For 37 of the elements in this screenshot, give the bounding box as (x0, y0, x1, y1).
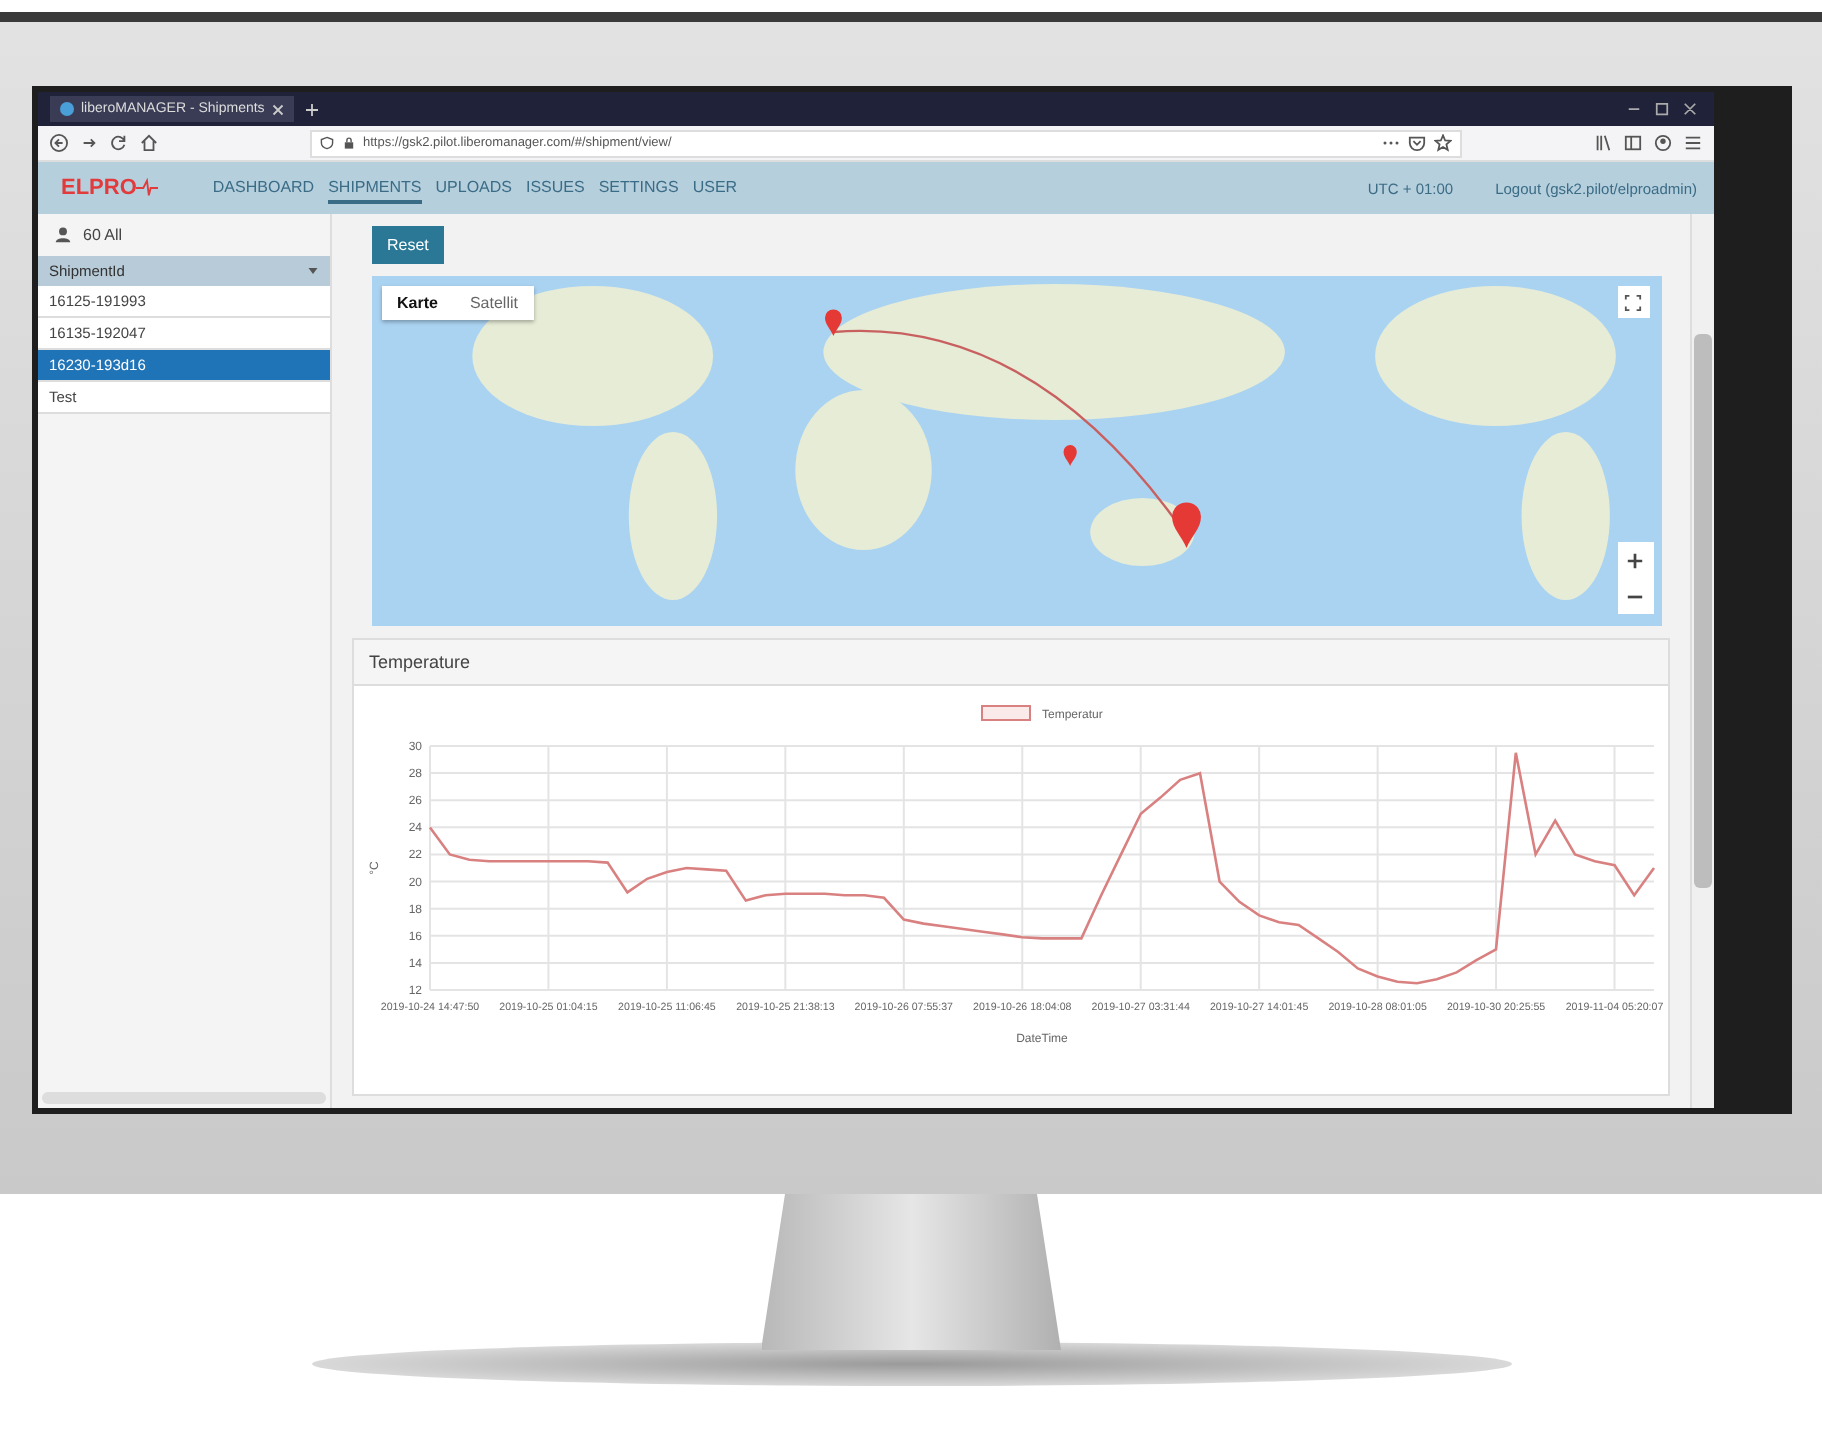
forward-icon[interactable] (79, 134, 97, 152)
lock-icon (341, 136, 355, 150)
nav-link[interactable]: ISSUES (526, 173, 585, 203)
account-icon[interactable] (1653, 134, 1671, 152)
reset-button[interactable]: Reset (371, 226, 445, 264)
menu-icon[interactable] (1683, 134, 1701, 152)
star-icon[interactable] (1433, 134, 1451, 152)
nav-link[interactable]: UPLOADS (435, 173, 512, 203)
pocket-icon[interactable] (1407, 134, 1425, 152)
user-icon (53, 226, 71, 244)
caret-icon (307, 268, 317, 274)
fullscreen-button[interactable] (1617, 286, 1649, 318)
panel-title: Temperature (353, 640, 1667, 686)
nav-link[interactable]: SETTINGS (598, 173, 679, 203)
map-type-tab[interactable]: Karte (381, 286, 454, 320)
legend-swatch[interactable] (980, 705, 1030, 721)
new-tab-icon[interactable] (306, 103, 319, 115)
filter-item[interactable]: 60 All (37, 214, 329, 256)
shield-icon (319, 136, 333, 150)
fullscreen-icon (1624, 293, 1642, 311)
nav-link[interactable]: SHIPMENTS (328, 173, 422, 203)
back-icon[interactable] (49, 134, 67, 152)
map-pin-icon[interactable] (1171, 502, 1200, 548)
sidebar-icon[interactable] (1623, 134, 1641, 152)
map-type-tab[interactable]: Satellit (453, 286, 534, 320)
home-icon[interactable] (139, 134, 157, 152)
library-icon[interactable] (1593, 134, 1611, 152)
map-pin-icon[interactable] (1062, 445, 1076, 466)
map-pin-icon[interactable] (824, 309, 841, 336)
horizontal-scrollbar[interactable] (41, 1092, 325, 1104)
reload-icon[interactable] (109, 134, 127, 152)
zoom-in-icon (1626, 551, 1644, 569)
site-icon (59, 102, 73, 116)
vertical-scrollbar[interactable] (1689, 214, 1713, 1108)
close-icon[interactable] (272, 103, 285, 115)
nav-link[interactable]: DASHBOARD (212, 173, 315, 203)
nav-link[interactable]: USER (692, 173, 738, 203)
